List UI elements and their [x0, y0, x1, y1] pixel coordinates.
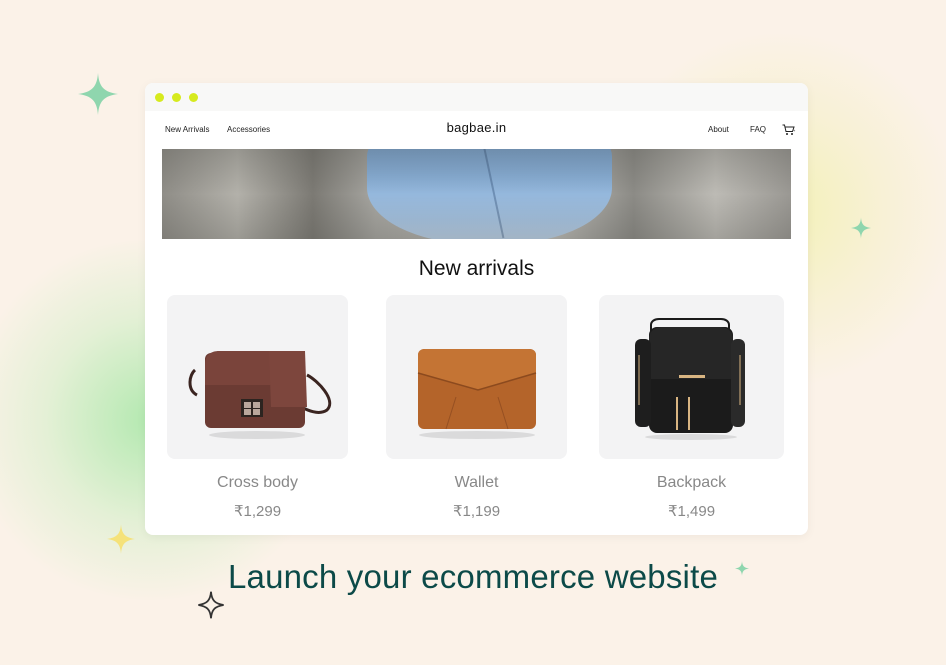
product-card-wallet[interactable] [386, 295, 567, 459]
hero-banner [162, 149, 791, 239]
browser-window: New Arrivals Accessories bagbae.in About… [145, 83, 808, 535]
sparkle-icon [107, 524, 135, 554]
hero-image-shade [162, 149, 791, 239]
browser-title-bar [145, 83, 808, 111]
product-price: ₹1,199 [452, 503, 501, 520]
site-header: New Arrivals Accessories bagbae.in About… [145, 111, 808, 147]
backpack-image [635, 318, 745, 440]
product-name[interactable]: Wallet [386, 474, 567, 492]
crossbody-bag-image [188, 351, 331, 439]
cart-icon[interactable]: + [782, 124, 796, 136]
product-name[interactable]: Backpack [601, 474, 782, 492]
product-price: ₹1,499 [667, 503, 716, 520]
wallet-image [417, 349, 537, 439]
product-price: ₹1,299 [233, 503, 282, 520]
tagline-heading: Launch your ecommerce website [227, 558, 719, 595]
product-card-crossbody[interactable] [167, 295, 348, 459]
svg-text:+: + [793, 128, 796, 133]
window-dot-minimize[interactable] [172, 93, 181, 102]
window-dot-maximize[interactable] [189, 93, 198, 102]
product-name[interactable]: Cross body [167, 474, 348, 492]
sparkle-icon [851, 217, 871, 239]
nav-faq[interactable]: FAQ [750, 125, 766, 134]
product-card-backpack[interactable] [599, 295, 784, 459]
sparkle-icon [78, 73, 118, 115]
window-dot-close[interactable] [155, 93, 164, 102]
nav-about[interactable]: About [708, 125, 729, 134]
section-title: New arrivals [418, 257, 535, 280]
